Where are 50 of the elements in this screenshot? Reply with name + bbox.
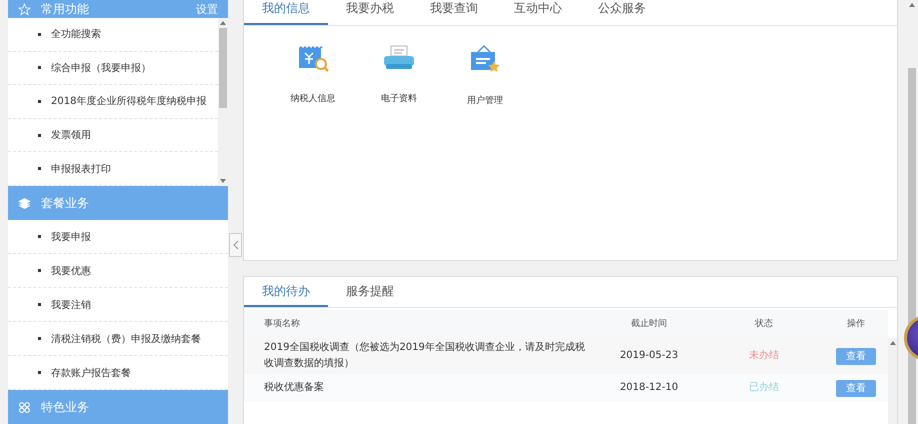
shortcut-label: 用户管理 xyxy=(467,94,503,107)
sidebar-item[interactable]: 我要申报 xyxy=(8,220,228,254)
tab[interactable]: 服务提醒 xyxy=(328,277,412,307)
sidebar-item[interactable]: 我要注销 xyxy=(8,288,228,322)
status-text: 已办结 xyxy=(748,380,780,395)
bullet-icon xyxy=(38,235,41,238)
tab[interactable]: 我的信息 xyxy=(244,0,328,25)
tab[interactable]: 公众服务 xyxy=(580,0,664,25)
signboard-star-icon xyxy=(469,44,501,74)
table-cell-text: 2019-05-23 xyxy=(618,349,680,363)
chevron-left-icon xyxy=(232,240,238,250)
bullet-icon xyxy=(38,337,41,340)
tab[interactable]: 互动中心 xyxy=(496,0,580,25)
table-cell-text: 2018-12-10 xyxy=(618,381,680,395)
shortcut-label: 电子资料 xyxy=(381,92,417,105)
sidebar-item[interactable]: 清税注销税（费）申报及缴纳套餐 xyxy=(8,322,228,356)
column-header: 操作 xyxy=(846,318,866,331)
shortcut[interactable]: 纳税人信息 xyxy=(284,44,342,260)
scrollbar[interactable] xyxy=(218,18,228,186)
shortcut-label: 纳税人信息 xyxy=(290,92,336,105)
star-icon xyxy=(18,2,31,16)
bullet-icon xyxy=(38,134,41,137)
table-cell-text: 税收优惠备案 xyxy=(263,380,325,395)
grid-icon xyxy=(18,400,31,414)
shortcut[interactable]: 用户管理 xyxy=(456,44,514,260)
tab[interactable]: 我的待办 xyxy=(244,277,328,307)
page-scrollbar[interactable] xyxy=(906,0,918,424)
column-header: 状态 xyxy=(754,318,774,331)
column-header: 事项名称 xyxy=(263,318,301,331)
sidebar-item[interactable]: 我要优惠 xyxy=(8,254,228,288)
bullet-icon xyxy=(38,167,41,170)
group-title: 套餐业务 xyxy=(41,194,90,212)
bullet-icon xyxy=(38,303,41,306)
group-title: 特色业务 xyxy=(41,398,90,416)
tab[interactable]: 我要办税 xyxy=(328,0,412,25)
group-title: 常用功能 xyxy=(41,0,90,18)
collapse-handle[interactable] xyxy=(229,233,242,257)
printer-icon xyxy=(382,44,416,72)
receipt-magnifier-icon xyxy=(297,44,329,72)
layers-icon xyxy=(18,196,31,210)
bullet-icon xyxy=(38,371,41,374)
bullet-icon xyxy=(38,66,41,70)
bullet-icon xyxy=(38,32,41,36)
bullet-icon xyxy=(38,100,41,103)
tab[interactable]: 我要查询 xyxy=(412,0,496,25)
bullet-icon xyxy=(38,269,41,272)
column-header: 截止时间 xyxy=(630,318,668,331)
status-text: 未办结 xyxy=(748,348,780,363)
table-cell-text: 2019全国税收调查（您被选为2019年全国税收调查企业，请及时完成税收调查数据的填报） xyxy=(263,340,586,371)
shortcut[interactable]: 电子资料 xyxy=(370,44,428,260)
